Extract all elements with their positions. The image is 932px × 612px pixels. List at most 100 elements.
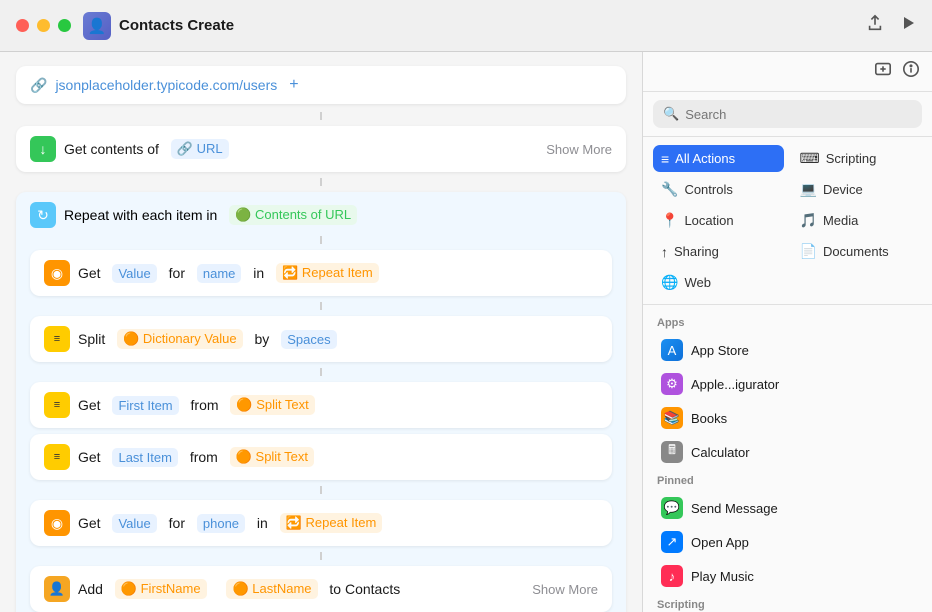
search-input-wrap[interactable]: 🔍 [653, 100, 922, 128]
name-tag: name [197, 264, 242, 283]
cat-sharing[interactable]: ↑ Sharing [653, 238, 784, 265]
sharing-icon: ↑ [661, 244, 668, 260]
for-text: for [165, 515, 189, 531]
add-contacts-step[interactable]: 👤 Add 🟠 FirstName 🟠 LastName to Contacts… [30, 566, 612, 612]
search-input[interactable] [685, 107, 912, 122]
dict-value-tag: 🟠 Dictionary Value [117, 329, 243, 349]
media-icon: 🎵 [800, 212, 817, 229]
url-bar[interactable]: 🔗 jsonplaceholder.typicode.com/users + [16, 66, 626, 104]
cat-web[interactable]: 🌐 Web [653, 269, 784, 296]
connector [320, 112, 322, 120]
apple-configurator-icon: ⚙ [661, 373, 683, 395]
documents-icon: 📄 [800, 243, 817, 260]
zoom-button[interactable] [58, 19, 71, 32]
run-button[interactable] [900, 15, 916, 36]
spaces-tag: Spaces [281, 330, 336, 349]
actions-panel: 🔍 ≡ All Actions ⌨ Scripting 🔧 Controls 💻… [642, 52, 932, 612]
action-open-app[interactable]: ↗ Open App [653, 525, 922, 559]
scripting-icon: ⌨ [800, 150, 820, 167]
connector [320, 552, 322, 560]
cat-location[interactable]: 📍 Location [653, 207, 784, 234]
phone-tag: phone [197, 514, 245, 533]
cat-media[interactable]: 🎵 Media [792, 207, 923, 234]
action-label: App Store [691, 343, 749, 358]
step-icon-contacts: 👤 [44, 576, 70, 602]
repeat-icon: ↻ [30, 202, 56, 228]
step-icon-get-last: ≡ [44, 444, 70, 470]
cat-label: Web [684, 275, 711, 290]
app-store-icon: A [661, 339, 683, 361]
apps-section-label: Apps [653, 311, 922, 333]
cat-label: Media [823, 213, 858, 228]
cat-controls[interactable]: 🔧 Controls [653, 176, 784, 203]
get-first-step[interactable]: ≡ Get First Item from 🟠 Split Text [30, 382, 612, 428]
window-title: Contacts Create [119, 17, 866, 34]
right-header [643, 52, 932, 92]
action-label: Calculator [691, 445, 750, 460]
cat-device[interactable]: 💻 Device [792, 176, 923, 203]
close-button[interactable] [16, 19, 29, 32]
value-tag: Value [112, 264, 156, 283]
web-icon: 🌐 [661, 274, 678, 291]
device-icon: 💻 [800, 181, 817, 198]
cat-label: Device [823, 182, 863, 197]
cat-documents[interactable]: 📄 Documents [792, 238, 923, 265]
repeat-item-tag2: 🔁 Repeat Item [280, 513, 383, 533]
location-icon: 📍 [661, 212, 678, 229]
action-calculator[interactable]: 🖩 Calculator [653, 435, 922, 469]
action-send-message[interactable]: 💬 Send Message [653, 491, 922, 525]
workflow-panel: 🔗 jsonplaceholder.typicode.com/users + ↓… [0, 52, 642, 612]
cat-all-actions[interactable]: ≡ All Actions [653, 145, 784, 172]
lastname-tag: 🟠 LastName [226, 579, 317, 599]
get-text3: Get [78, 515, 104, 531]
show-more-contacts[interactable]: Show More [532, 582, 598, 597]
actions-list: Apps A App Store ⚙ Apple...igurator 📚 Bo… [643, 305, 932, 612]
url-tag: 🔗 URL [171, 139, 229, 159]
action-label: Books [691, 411, 727, 426]
open-app-icon: ↗ [661, 531, 683, 553]
connector [320, 178, 322, 186]
cat-label: Controls [684, 182, 732, 197]
action-app-store[interactable]: A App Store [653, 333, 922, 367]
show-more-get-contents[interactable]: Show More [546, 142, 612, 157]
get-value-phone-step[interactable]: ◉ Get Value for phone in 🔁 Repeat Item [30, 500, 612, 546]
books-icon: 📚 [661, 407, 683, 429]
first-item-tag: First Item [112, 396, 178, 415]
pinned-section-label: Pinned [653, 469, 922, 491]
to-contacts-text: to Contacts [326, 581, 401, 597]
action-books[interactable]: 📚 Books [653, 401, 922, 435]
cat-scripting[interactable]: ⌨ Scripting [792, 145, 923, 172]
step-icon-get-value: ◉ [44, 260, 70, 286]
action-label: Apple...igurator [691, 377, 779, 392]
step-text3: in [249, 265, 268, 281]
add-action-button[interactable] [874, 60, 892, 83]
play-music-icon: ♪ [661, 565, 683, 587]
connector [320, 486, 322, 494]
step-icon-get-contents: ↓ [30, 136, 56, 162]
get-last-step[interactable]: ≡ Get Last Item from 🟠 Split Text [30, 434, 612, 480]
share-button[interactable] [866, 14, 884, 37]
step-text: Get [78, 265, 104, 281]
connector [320, 236, 322, 244]
from-text2: from [186, 449, 222, 465]
minimize-button[interactable] [37, 19, 50, 32]
add-url-button[interactable]: + [289, 76, 298, 94]
scripting-section-label: Scripting [653, 593, 922, 612]
get-value-name-step[interactable]: ◉ Get Value for name in 🔁 Repeat Item [30, 250, 612, 296]
repeat-inner: ◉ Get Value for name in 🔁 Repeat Item ≡ … [30, 236, 612, 612]
from-text: from [187, 397, 223, 413]
action-play-music[interactable]: ♪ Play Music [653, 559, 922, 593]
split-text-tag: 🟠 Split Text [230, 395, 314, 415]
split-by: by [251, 331, 274, 347]
connector [320, 302, 322, 310]
get-contents-step[interactable]: ↓ Get contents of 🔗 URL Show More [16, 126, 626, 172]
info-button[interactable] [902, 60, 920, 83]
main-content: 🔗 jsonplaceholder.typicode.com/users + ↓… [0, 52, 932, 612]
step-icon-get-first: ≡ [44, 392, 70, 418]
calculator-icon: 🖩 [661, 441, 683, 463]
action-apple-configurator[interactable]: ⚙ Apple...igurator [653, 367, 922, 401]
split-step[interactable]: ≡ Split 🟠 Dictionary Value by Spaces [30, 316, 612, 362]
search-bar: 🔍 [643, 92, 932, 137]
last-item-tag: Last Item [112, 448, 177, 467]
in-text: in [253, 515, 272, 531]
